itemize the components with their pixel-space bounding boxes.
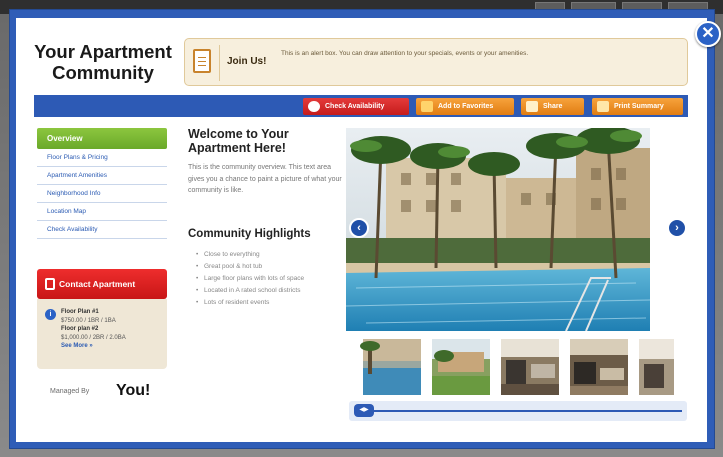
floor-plan-1-title: Floor Plan #1 [61,309,99,315]
floor-plan-2-title: Floor plan #2 [61,326,99,332]
check-availability-button[interactable]: Check Availability [303,98,409,115]
thumbnail-3[interactable] [501,339,559,395]
pool-photo [346,128,650,331]
thumbnail-4[interactable] [570,339,628,395]
alert-text: This is an alert box. You can draw atten… [281,50,529,57]
print-summary-label: Print Summary [614,103,664,110]
list-item: Located in A rated school districts [196,285,341,296]
list-item: Large floor plans with lots of space [196,273,341,284]
contact-apartment-label: Contact Apartment [59,279,136,289]
sidebar-item-neighborhood[interactable]: Neighborhood Info [37,185,167,203]
phone-icon [45,278,55,290]
welcome-heading: Welcome to Your Apartment Here! [188,127,289,155]
check-availability-label: Check Availability [325,103,385,110]
share-button[interactable]: Share [521,98,584,115]
community-title: Your Apartment Community [34,41,172,83]
contact-apartment-button[interactable]: Contact Apartment [37,269,167,299]
chevron-left-icon[interactable]: ‹ [349,218,369,238]
floor-plan-1-detail: $750.00 / 1BR / 1BA [61,317,116,324]
see-more-link[interactable]: See More » [61,342,126,351]
list-item: Lots of resident events [196,297,341,308]
alert-box: Join Us! This is an alert box. You can d… [184,38,688,86]
printer-icon [597,101,609,112]
search-icon [308,101,320,112]
overview-paragraph: This is the community overview. This tex… [188,164,342,194]
gallery-main-photo [346,128,650,331]
thumbnail-5[interactable] [639,339,674,395]
thumbnail-1[interactable] [360,339,421,395]
managed-by-label: Managed By [50,388,90,395]
thumbnail-strip [346,338,674,396]
sidebar-item-check-availability[interactable]: Check Availability [37,221,167,239]
manager-name: You! [116,382,151,399]
floor-plan-summary: i Floor Plan #1 $750.00 / 1BR / 1BA Floo… [37,299,167,369]
share-icon [526,101,538,112]
add-to-favorites-label: Add to Favorites [438,103,494,110]
list-item: Great pool & hot tub [196,261,341,272]
chevron-right-icon[interactable]: › [667,218,687,238]
print-summary-button[interactable]: Print Summary [592,98,683,115]
sidebar-item-amenities[interactable]: Apartment Amenities [37,167,167,185]
star-icon [421,101,433,112]
sidebar-nav: Overview Floor Plans & Pricing Apartment… [37,128,167,239]
sidebar-item-overview[interactable]: Overview [37,128,167,149]
close-icon[interactable]: ✕ [695,21,721,47]
info-icon: i [45,309,56,320]
clipboard-icon [193,49,211,73]
highlights-heading: Community Highlights [188,228,311,240]
add-to-favorites-button[interactable]: Add to Favorites [416,98,514,115]
scrollbar-handle[interactable]: ◀▶ [354,404,374,417]
thumbnail-images [360,339,674,395]
thumbnail-2[interactable] [432,339,490,395]
alert-divider [219,45,220,81]
sidebar-item-location-map[interactable]: Location Map [37,203,167,221]
list-item: Close to everything [196,249,341,260]
floor-plan-text: Floor Plan #1 $750.00 / 1BR / 1BA Floor … [61,308,126,351]
share-label: Share [543,103,563,110]
floor-plan-2-detail: $1,000.00 / 2BR / 2.0BA [61,334,126,341]
sidebar-item-floor-plans[interactable]: Floor Plans & Pricing [37,149,167,167]
highlights-list: Close to everything Great pool & hot tub… [196,249,341,309]
join-us-label[interactable]: Join Us! [227,56,266,67]
scrollbar-line [372,410,682,412]
